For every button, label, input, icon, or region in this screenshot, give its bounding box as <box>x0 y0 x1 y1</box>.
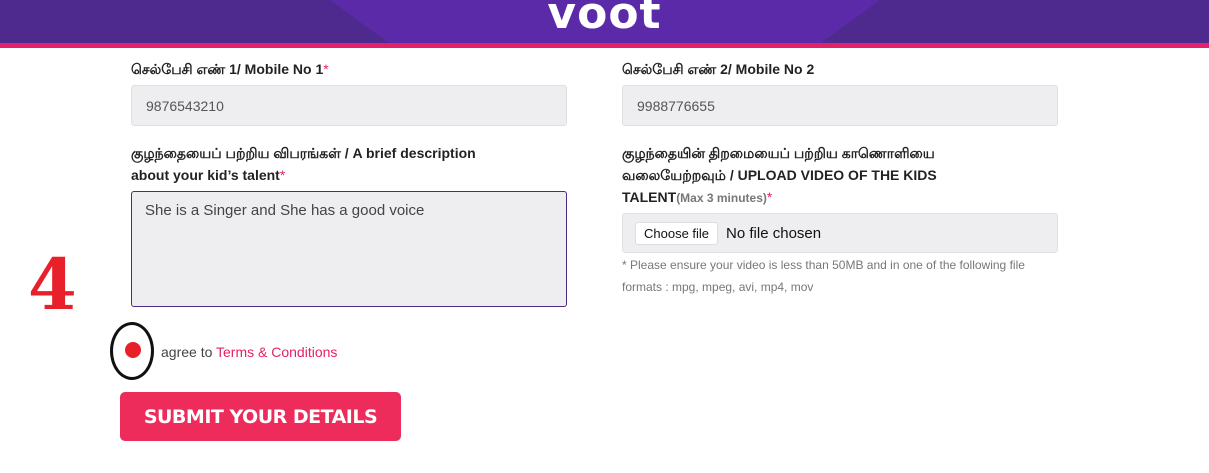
submit-button[interactable]: SUBMIT YOUR DETAILS <box>120 392 401 441</box>
description-label-line2: about your kid’s talent <box>131 167 280 183</box>
required-mark: * <box>279 167 286 183</box>
terms-link[interactable]: Terms & Conditions <box>216 344 337 360</box>
terms-agree-text: agree to Terms & Conditions <box>161 344 337 360</box>
mobile2-label: செல்பேசி எண் 2/ Mobile No 2 <box>622 61 815 77</box>
mobile2-input[interactable]: 9988776655 <box>622 85 1058 126</box>
mobile1-value: 9876543210 <box>146 97 224 114</box>
top-header: voot <box>0 0 1209 48</box>
video-note-line2: formats : mpg, mpeg, avi, mp4, mov <box>622 280 814 294</box>
description-label-line1: குழந்தையைப் பற்றிய விபரங்கள் / A brief d… <box>131 145 476 161</box>
required-mark: * <box>766 189 773 205</box>
video-label-line3: TALENT <box>622 189 677 205</box>
required-mark: * <box>323 61 329 77</box>
header-accent-line <box>0 43 1209 48</box>
video-label: குழந்தையின் திறமையைப் பற்றிய காணொளியை வல… <box>622 142 937 209</box>
step-number-annotation: 4 <box>28 243 77 326</box>
video-label-line1: குழந்தையின் திறமையைப் பற்றிய காணொளியை <box>622 145 935 161</box>
terms-radio-button[interactable] <box>125 342 141 358</box>
description-label: குழந்தையைப் பற்றிய விபரங்கள் / A brief d… <box>131 142 476 186</box>
terms-prefix: agree to <box>161 344 213 360</box>
choose-file-button[interactable]: Choose file <box>635 221 719 245</box>
voot-logo[interactable]: voot <box>0 0 1209 39</box>
description-value: She is a Singer and She has a good voice <box>145 202 425 219</box>
mobile1-label: செல்பேசி எண் 1/ Mobile No 1* <box>131 58 329 80</box>
video-note-line1: * Please ensure your video is less than … <box>622 258 1025 272</box>
mobile2-value: 9988776655 <box>637 97 715 114</box>
video-file-input[interactable]: Choose file No file chosen <box>622 213 1058 253</box>
video-duration-hint: (Max 3 minutes) <box>676 191 767 205</box>
video-label-line2: வலையேற்றவும் / UPLOAD VIDEO OF THE KIDS <box>622 167 937 183</box>
file-status: No file chosen <box>726 224 822 242</box>
mobile1-label-text: செல்பேசி எண் 1/ Mobile No 1 <box>131 61 324 77</box>
mobile1-input[interactable]: 9876543210 <box>131 85 567 126</box>
video-format-note: * Please ensure your video is less than … <box>622 254 1025 298</box>
description-textarea[interactable]: She is a Singer and She has a good voice <box>131 191 567 307</box>
